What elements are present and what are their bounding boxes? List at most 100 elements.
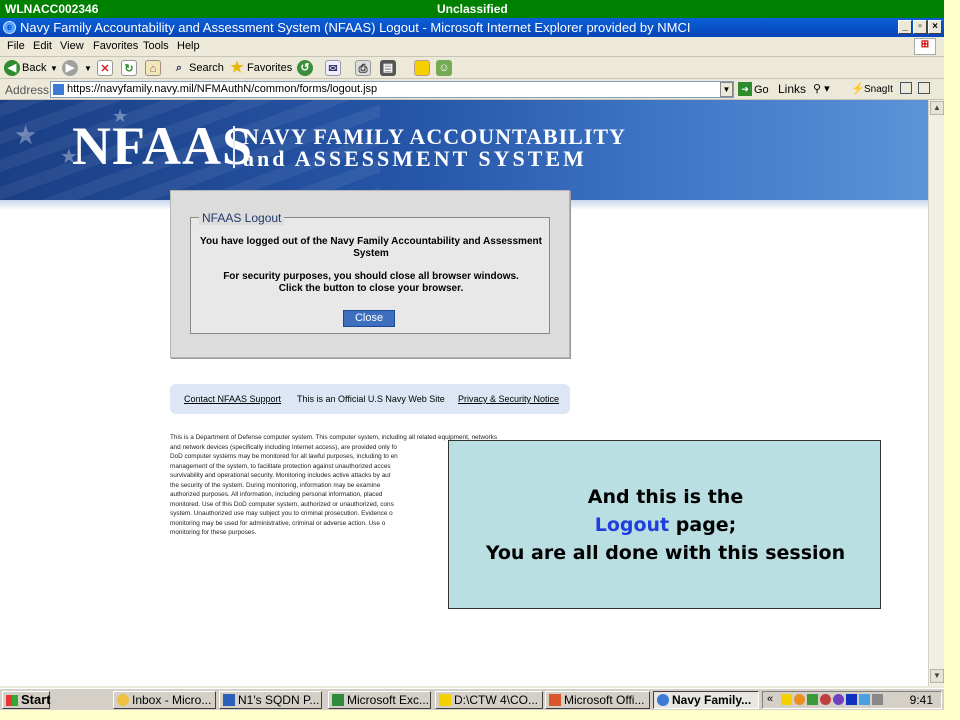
taskbar-item-excel[interactable]: Microsoft Exc... [328, 691, 431, 709]
tray-volume-icon[interactable] [872, 694, 883, 705]
menu-bar: File Edit View Favorites Tools Help ⊞ [0, 37, 944, 57]
minimize-button[interactable]: _ [898, 20, 912, 34]
nfaas-banner: ★ ★ ★ NFAAS NAVY FAMILY ACCOUNTABILITY a… [0, 100, 928, 200]
browser-window: WLNACC002346 Unclassified e Navy Family … [0, 0, 944, 720]
start-label: Start [21, 692, 51, 707]
taskbar-item-word[interactable]: N1's SQDN P... [219, 691, 322, 709]
word-icon [223, 694, 235, 706]
tray-antivirus-icon[interactable] [820, 694, 831, 705]
links-menu-icon[interactable]: ⚲ ▾ [813, 82, 830, 95]
tray-expand-icon[interactable]: « [767, 693, 773, 705]
address-bar: Address https://navyfamily.navy.mil/NFMA… [0, 79, 944, 100]
privacy-notice-link[interactable]: Privacy & Security Notice [458, 394, 559, 404]
search-icon[interactable]: ⌕ [171, 60, 187, 76]
go-button[interactable]: Go [754, 84, 769, 96]
home-icon[interactable]: ⌂ [145, 60, 161, 76]
snagit-web-icon[interactable] [918, 82, 930, 94]
address-label: Address [5, 83, 50, 97]
tray-monitor-icon[interactable] [859, 694, 870, 705]
back-dropdown-icon[interactable]: ▼ [50, 64, 58, 73]
address-input[interactable]: https://navyfamily.navy.mil/NFMAuthN/com… [50, 81, 734, 98]
tray-clock-icon[interactable] [794, 694, 805, 705]
stop-icon[interactable]: ✕ [97, 60, 113, 76]
taskbar-item-navy-family[interactable]: Navy Family... [653, 691, 759, 709]
go-arrow-icon[interactable]: ➜ [738, 82, 752, 96]
logout-legend: NFAAS Logout [199, 211, 285, 225]
excel-icon [332, 694, 344, 706]
classification-bar: WLNACC002346 Unclassified [0, 0, 944, 18]
back-label[interactable]: Back [22, 62, 46, 74]
search-label[interactable]: Search [189, 62, 224, 74]
footer-links: Contact NFAAS Support This is an Officia… [170, 384, 570, 414]
security-message: For security purposes, you should close … [223, 271, 519, 282]
taskbar-item-label: N1's SQDN P... [238, 693, 320, 707]
address-url[interactable]: https://navyfamily.navy.mil/NFMAuthN/com… [67, 83, 377, 95]
vertical-scrollbar[interactable]: ▲ ▼ [928, 100, 944, 686]
mail-icon[interactable]: ✉ [325, 60, 341, 76]
folder-icon[interactable] [414, 60, 430, 76]
star-icon: ★ [14, 120, 38, 150]
taskbar-item-office[interactable]: Microsoft Offi... [545, 691, 650, 709]
links-label[interactable]: Links [778, 82, 806, 96]
taskbar-item-label: Microsoft Offi... [564, 693, 645, 707]
banner-title-line2: and ASSESSMENT SYSTEM [243, 146, 587, 171]
screen-right-strip [944, 0, 960, 720]
clock: 9:41 [909, 693, 933, 707]
scroll-down-icon[interactable]: ▼ [930, 669, 944, 683]
forward-icon[interactable]: ▶ [62, 60, 78, 76]
start-button[interactable]: Start [2, 691, 51, 709]
restore-button[interactable]: ▫ [913, 20, 927, 34]
forward-dropdown-icon[interactable]: ▼ [84, 64, 92, 73]
logout-fieldset: You have logged out of the Navy Family A… [190, 217, 550, 334]
nfaas-logo: NFAAS [72, 116, 254, 176]
tray-network-icon[interactable] [807, 694, 818, 705]
host-name: WLNACC002346 [5, 2, 99, 16]
menu-favorites[interactable]: Favorites [93, 40, 138, 52]
tray-mail-icon[interactable] [781, 694, 792, 705]
official-site-text: This is an Official U.S Navy Web Site [297, 394, 445, 404]
refresh-icon[interactable]: ↻ [121, 60, 137, 76]
folder-icon [439, 694, 451, 706]
edit-icon[interactable]: ▤ [380, 60, 396, 76]
tray-display-icon[interactable] [846, 694, 857, 705]
menu-help[interactable]: Help [177, 40, 200, 52]
contact-support-link[interactable]: Contact NFAAS Support [184, 394, 281, 404]
close-window-button[interactable]: × [928, 20, 942, 34]
menu-tools[interactable]: Tools [143, 40, 169, 52]
menu-edit[interactable]: Edit [33, 40, 52, 52]
snagit-icon[interactable]: ⚡ [851, 82, 865, 95]
taskbar-item-label: D:\CTW 4\CO... [454, 693, 538, 707]
close-instruction: Click the button to close your browser. [278, 283, 464, 294]
favorites-label[interactable]: Favorites [247, 62, 292, 74]
snagit-window-icon[interactable] [900, 82, 912, 94]
office-icon [549, 694, 561, 706]
logout-message-cont: System [353, 248, 389, 259]
taskbar-item-label: Navy Family... [672, 693, 752, 707]
favorites-star-icon[interactable]: ★ [229, 60, 245, 76]
address-dropdown-icon[interactable]: ▼ [720, 82, 733, 97]
callout-highlight: Logout [594, 514, 670, 536]
toolbar: ◀ Back ▼ ▶ ▼ ✕ ↻ ⌂ ⌕ Search ★ Favorites … [0, 57, 944, 79]
messenger-icon[interactable]: ☺ [436, 60, 452, 76]
menu-file[interactable]: File [7, 40, 25, 52]
ie-icon [657, 694, 669, 706]
snagit-label[interactable]: SnagIt [864, 84, 893, 95]
close-button[interactable]: Close [343, 310, 395, 327]
tray-update-icon[interactable] [833, 694, 844, 705]
taskbar: Start Inbox - Micro... N1's SQDN P... Mi… [0, 688, 944, 710]
scroll-up-icon[interactable]: ▲ [930, 101, 944, 115]
ie-icon: e [3, 21, 16, 34]
menu-view[interactable]: View [60, 40, 84, 52]
back-icon[interactable]: ◀ [4, 60, 20, 76]
callout-line2: Logout page; [449, 511, 882, 539]
history-icon[interactable]: ↺ [297, 60, 313, 76]
annotation-callout: And this is the Logout page; You are all… [448, 440, 881, 609]
logout-panel: You have logged out of the Navy Family A… [170, 190, 570, 358]
print-icon[interactable]: ⎙ [355, 60, 371, 76]
callout-line3: You are all done with this session [485, 542, 846, 564]
taskbar-item-inbox[interactable]: Inbox - Micro... [113, 691, 216, 709]
taskbar-item-folder[interactable]: D:\CTW 4\CO... [435, 691, 543, 709]
callout-line2-rest: page; [669, 514, 737, 536]
screen-bottom-strip [0, 710, 944, 720]
banner-divider [233, 126, 235, 168]
